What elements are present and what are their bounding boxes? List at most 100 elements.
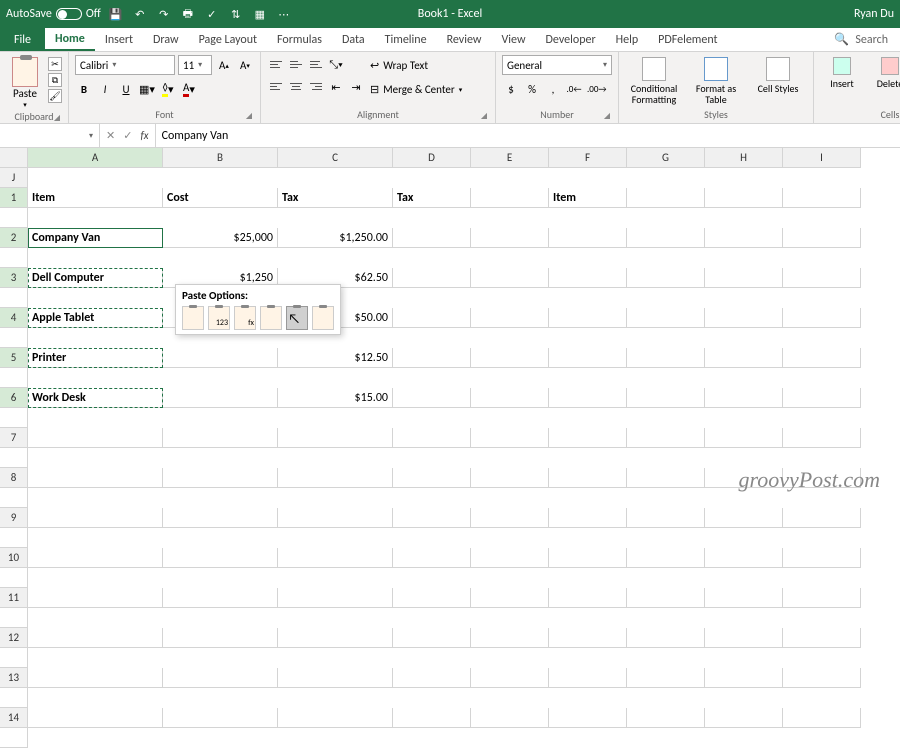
cell-J4[interactable] [0, 328, 28, 348]
row-header-3[interactable]: 3 [0, 268, 28, 288]
col-header-A[interactable]: A [28, 148, 163, 168]
align-right-icon[interactable] [307, 77, 325, 95]
cell-E10[interactable] [471, 548, 549, 568]
cell-D8[interactable] [393, 468, 471, 488]
cell-E7[interactable] [471, 428, 549, 448]
orientation-icon[interactable]: ⤡▾ [327, 55, 345, 75]
cell-E8[interactable] [471, 468, 549, 488]
cell-D2[interactable] [393, 228, 471, 248]
cell-H4[interactable] [705, 308, 783, 328]
cell-G12[interactable] [627, 628, 705, 648]
row-header-14[interactable]: 14 [0, 708, 28, 728]
cell-A5[interactable]: Printer [28, 348, 163, 368]
tab-review[interactable]: Review [437, 28, 492, 51]
cell-I3[interactable] [783, 268, 861, 288]
cell-A10[interactable] [28, 548, 163, 568]
cell-styles-button[interactable]: Cell Styles [749, 55, 807, 94]
col-header-I[interactable]: I [783, 148, 861, 168]
cell-J3[interactable] [0, 288, 28, 308]
cell-H11[interactable] [705, 588, 783, 608]
cell-I6[interactable] [783, 388, 861, 408]
cell-H12[interactable] [705, 628, 783, 648]
cell-A7[interactable] [28, 428, 163, 448]
cut-icon[interactable]: ✂ [48, 57, 62, 71]
cell-E3[interactable] [471, 268, 549, 288]
cell-G10[interactable] [627, 548, 705, 568]
paste-option-formatting[interactable] [286, 306, 308, 330]
cell-F5[interactable] [549, 348, 627, 368]
row-header-5[interactable]: 5 [0, 348, 28, 368]
cell-B6[interactable] [163, 388, 278, 408]
cell-G9[interactable] [627, 508, 705, 528]
tab-draw[interactable]: Draw [143, 28, 189, 51]
cell-J2[interactable] [0, 248, 28, 268]
cell-A1[interactable]: Item [28, 188, 163, 208]
cell-F3[interactable] [549, 268, 627, 288]
tab-formulas[interactable]: Formulas [267, 28, 332, 51]
cell-G7[interactable] [627, 428, 705, 448]
increase-font-icon[interactable]: A▴ [215, 55, 233, 75]
cell-D10[interactable] [393, 548, 471, 568]
cell-F7[interactable] [549, 428, 627, 448]
tab-developer[interactable]: Developer [536, 28, 606, 51]
italic-button[interactable]: I [96, 79, 114, 99]
cell-C5[interactable]: $12.50 [278, 348, 393, 368]
cell-J8[interactable] [0, 488, 28, 508]
user-name[interactable]: Ryan Du [854, 7, 894, 21]
cell-I11[interactable] [783, 588, 861, 608]
cell-I4[interactable] [783, 308, 861, 328]
fill-color-icon[interactable]: ◊▾ [159, 79, 177, 99]
cancel-icon[interactable]: ✕ [106, 129, 115, 142]
cell-E11[interactable] [471, 588, 549, 608]
format-as-table-button[interactable]: Format as Table [687, 55, 745, 105]
cell-E9[interactable] [471, 508, 549, 528]
cell-G6[interactable] [627, 388, 705, 408]
spellcheck-icon[interactable]: ✓ [205, 7, 219, 21]
font-color-icon[interactable]: A▾ [180, 79, 198, 99]
cell-G14[interactable] [627, 708, 705, 728]
increase-indent-icon[interactable]: ⇥ [347, 77, 365, 97]
font-name-combo[interactable]: Calibri▾ [75, 55, 175, 75]
cell-D5[interactable] [393, 348, 471, 368]
col-header-G[interactable]: G [627, 148, 705, 168]
cell-C6[interactable]: $15.00 [278, 388, 393, 408]
cell-D14[interactable] [393, 708, 471, 728]
autosave-toggle[interactable]: AutoSave Off [6, 7, 101, 21]
cell-H2[interactable] [705, 228, 783, 248]
cell-B11[interactable] [163, 588, 278, 608]
enter-icon[interactable]: ✓ [123, 129, 132, 142]
decrease-indent-icon[interactable]: ⇤ [327, 77, 345, 97]
cell-H5[interactable] [705, 348, 783, 368]
cell-J14[interactable] [0, 728, 28, 748]
cell-H10[interactable] [705, 548, 783, 568]
cell-J6[interactable] [0, 408, 28, 428]
col-header-C[interactable]: C [278, 148, 393, 168]
cell-H7[interactable] [705, 428, 783, 448]
more-icon[interactable]: ⋯ [277, 7, 291, 21]
wrap-text-button[interactable]: ↩Wrap Text [369, 55, 469, 75]
decrease-font-icon[interactable]: A▾ [236, 55, 254, 75]
cell-D13[interactable] [393, 668, 471, 688]
cell-I7[interactable] [783, 428, 861, 448]
cell-D9[interactable] [393, 508, 471, 528]
row-header-4[interactable]: 4 [0, 308, 28, 328]
cell-A3[interactable]: Dell Computer [28, 268, 163, 288]
tab-page-layout[interactable]: Page Layout [189, 28, 267, 51]
cell-B13[interactable] [163, 668, 278, 688]
paste-option-transpose[interactable] [260, 306, 282, 330]
row-header-13[interactable]: 13 [0, 668, 28, 688]
underline-button[interactable]: U [117, 79, 135, 99]
row-header-6[interactable]: 6 [0, 388, 28, 408]
cell-F13[interactable] [549, 668, 627, 688]
cell-C13[interactable] [278, 668, 393, 688]
tab-insert[interactable]: Insert [95, 28, 143, 51]
font-size-combo[interactable]: 11▾ [178, 55, 212, 75]
cell-B5[interactable] [163, 348, 278, 368]
conditional-formatting-button[interactable]: Conditional Formatting [625, 55, 683, 105]
row-header-9[interactable]: 9 [0, 508, 28, 528]
chart-icon[interactable]: ▦ [253, 7, 267, 21]
cell-F1[interactable]: Item [549, 188, 627, 208]
align-bottom-icon[interactable] [307, 55, 325, 73]
cell-F12[interactable] [549, 628, 627, 648]
cell-J12[interactable] [0, 648, 28, 668]
